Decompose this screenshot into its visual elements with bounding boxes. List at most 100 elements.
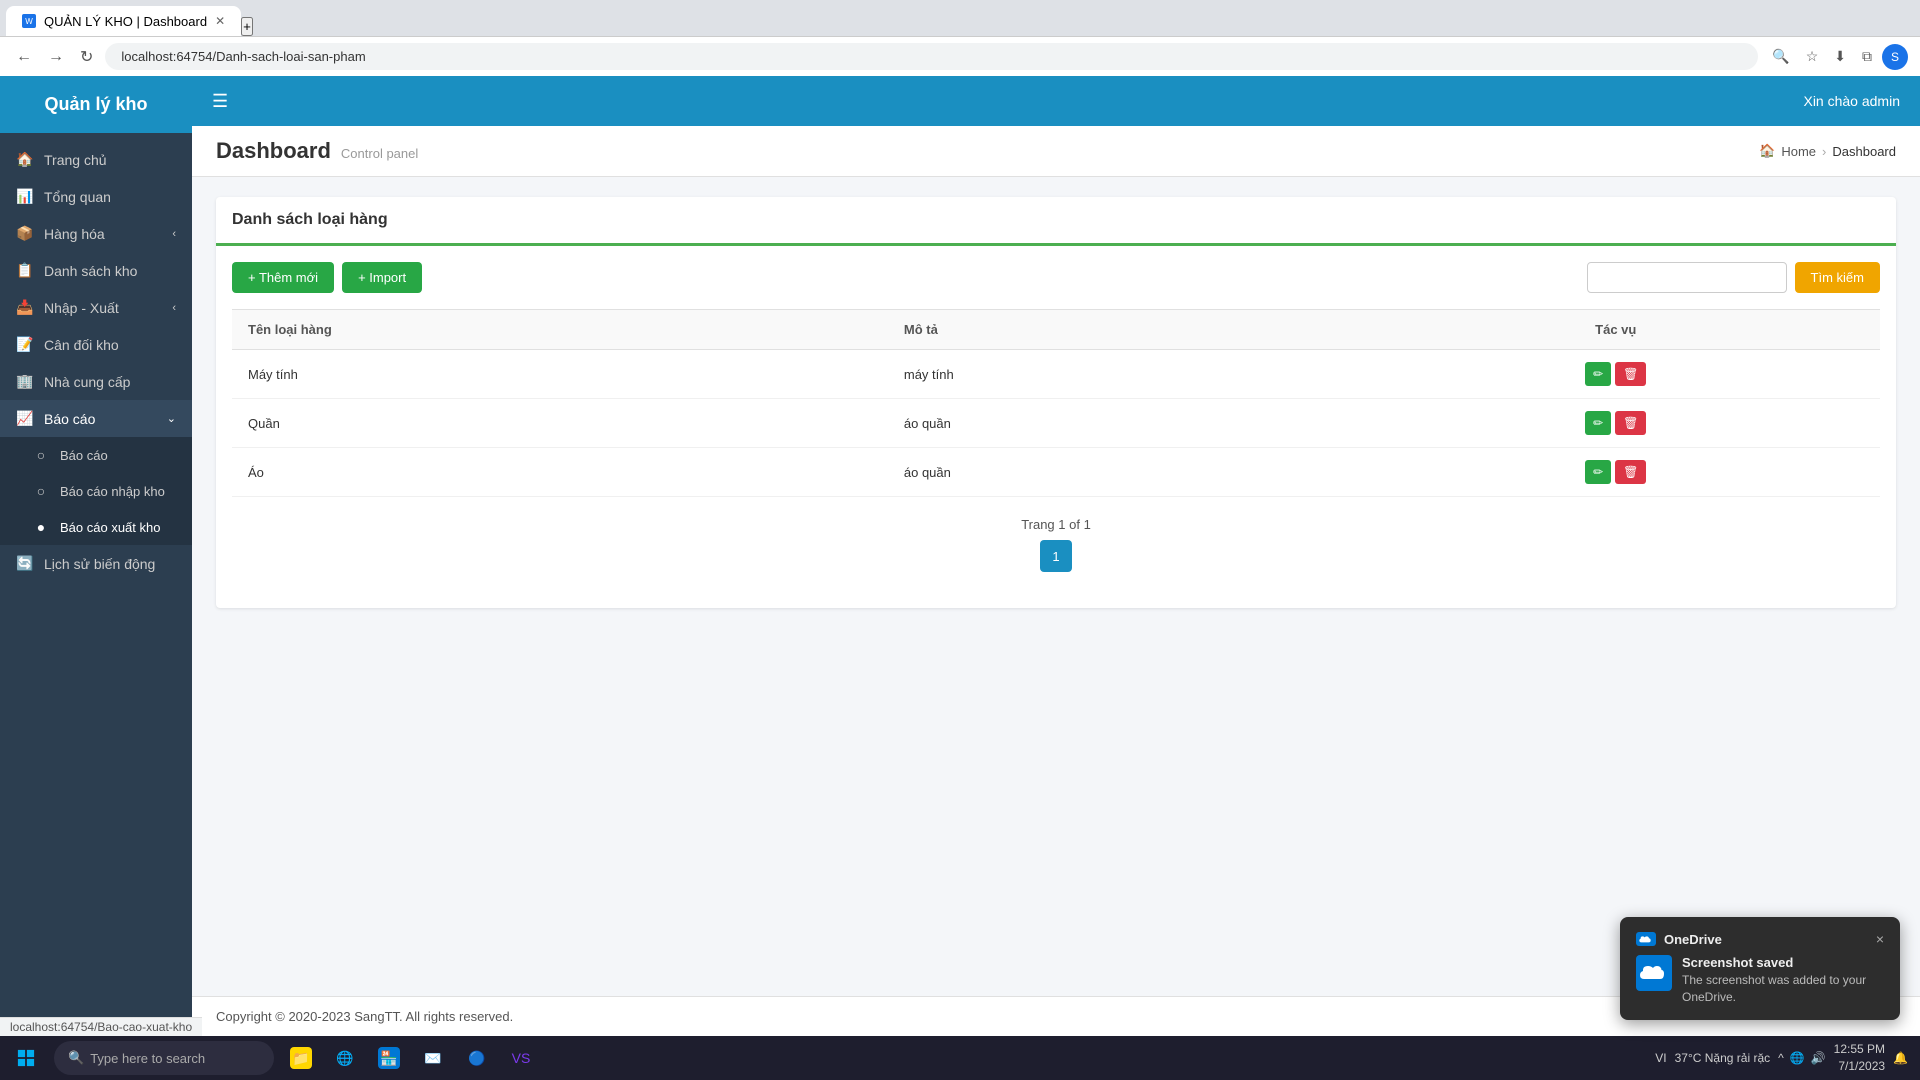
taskbar-app-edge[interactable]: 🌐 xyxy=(324,1036,366,1080)
toolbar: + Thêm mới + Import Tìm kiếm xyxy=(232,262,1880,293)
sidebar-item-label: Báo cáo xyxy=(60,448,108,463)
windows-start-button[interactable] xyxy=(4,1036,48,1080)
page-buttons: 1 xyxy=(1040,540,1072,572)
action-buttons: ✏ 🗑 xyxy=(1368,460,1864,484)
sidebar-item-tong-quan[interactable]: 📊 Tổng quan xyxy=(0,178,192,215)
home-icon: 🏠 xyxy=(16,151,34,168)
sidebar-item-bao-cao-xuat-kho[interactable]: ● Báo cáo xuất kho xyxy=(0,509,192,545)
table-row: Quần áo quần ✏ 🗑 xyxy=(232,399,1880,448)
history-icon: 🔄 xyxy=(16,555,34,572)
notification-content: Screenshot saved The screenshot was adde… xyxy=(1636,955,1884,1006)
sidebar-item-nha-cung-cap[interactable]: 🏢 Nhà cung cấp xyxy=(0,363,192,400)
breadcrumb-current: Dashboard xyxy=(1832,144,1896,159)
sidebar-item-trang-chu[interactable]: 🏠 Trang chủ xyxy=(0,141,192,178)
delete-button[interactable]: 🗑 xyxy=(1615,362,1646,386)
main-content: ☰ Xin chào admin Dashboard Control panel… xyxy=(192,76,1920,1036)
sidebar-item-bao-cao-nhap-kho[interactable]: ○ Báo cáo nhập kho xyxy=(0,473,192,509)
active-tab[interactable]: W QUẢN LÝ KHO | Dashboard ✕ xyxy=(6,6,241,36)
extension-button[interactable]: ⧉ xyxy=(1856,44,1878,69)
sidebar-item-bao-cao[interactable]: 📈 Báo cáo ⌄ xyxy=(0,400,192,437)
footer-rights: All rights reserved. xyxy=(406,1009,514,1024)
sidebar-menu: 🏠 Trang chủ 📊 Tổng quan 📦 Hàng hóa ‹ 📋 D… xyxy=(0,133,192,1036)
notification-app-name: OneDrive xyxy=(1636,932,1722,947)
col-header-desc: Mô tả xyxy=(888,310,1352,350)
search-button[interactable]: Tìm kiếm xyxy=(1795,262,1880,293)
url-input[interactable] xyxy=(105,43,1758,70)
card-header: Danh sách loại hàng xyxy=(216,197,1896,246)
home-icon: 🏠 xyxy=(1759,143,1775,159)
sidebar-item-nhap-xuat[interactable]: 📥 Nhập - Xuất ‹ xyxy=(0,289,192,326)
page-1-button[interactable]: 1 xyxy=(1040,540,1072,572)
sidebar-item-hang-hoa[interactable]: 📦 Hàng hóa ‹ xyxy=(0,215,192,252)
zoom-button[interactable]: 🔍 xyxy=(1766,44,1795,69)
cell-actions: ✏ 🗑 xyxy=(1352,399,1880,448)
forward-button[interactable]: → xyxy=(44,44,68,70)
chart-icon: 📊 xyxy=(16,188,34,205)
cell-name: Áo xyxy=(232,448,888,497)
taskbar-clock: 12:55 PM 7/1/2023 xyxy=(1834,1041,1885,1075)
taskbar-notification-button[interactable]: 🔔 xyxy=(1893,1051,1908,1065)
page-subtitle: Control panel xyxy=(341,146,418,161)
reload-button[interactable]: ↻ xyxy=(76,43,97,71)
notification-body: The screenshot was added to your OneDriv… xyxy=(1682,972,1884,1006)
edit-button[interactable]: ✏ xyxy=(1585,411,1611,435)
back-button[interactable]: ← xyxy=(12,44,36,70)
visual-studio-icon: VS xyxy=(510,1047,532,1069)
taskbar-app-store[interactable]: 🏪 xyxy=(368,1036,410,1080)
taskbar-app-vs[interactable]: VS xyxy=(500,1036,542,1080)
box-icon: 📦 xyxy=(16,225,34,242)
onedrive-logo-icon xyxy=(1636,932,1656,946)
breadcrumb-home[interactable]: Home xyxy=(1781,144,1816,159)
action-buttons: ✏ 🗑 xyxy=(1368,411,1864,435)
edit-button[interactable]: ✏ xyxy=(1585,362,1611,386)
taskbar-app-mail[interactable]: ✉️ xyxy=(412,1036,454,1080)
notification-cloud-icon xyxy=(1636,955,1672,991)
tray-expand-icon[interactable]: ^ xyxy=(1778,1051,1784,1065)
taskbar-search-box[interactable]: 🔍 Type here to search xyxy=(54,1041,274,1075)
taskbar: 🔍 Type here to search 📁 🌐 🏪 ✉️ 🔵 VS VI 3… xyxy=(0,1036,1920,1080)
search-input[interactable] xyxy=(1587,262,1787,293)
delete-button[interactable]: 🗑 xyxy=(1615,460,1646,484)
circle-icon: ○ xyxy=(32,447,50,463)
store-icon: 🏪 xyxy=(378,1047,400,1069)
new-tab-button[interactable]: + xyxy=(241,17,253,36)
sidebar-item-lich-su-bien-dong[interactable]: 🔄 Lịch sử biến động xyxy=(0,545,192,582)
onedrive-cloud-large-icon xyxy=(1636,955,1672,991)
tab-favicon: W xyxy=(22,14,36,28)
content-header-left: Dashboard Control panel xyxy=(216,138,418,164)
sidebar-item-can-doi-kho[interactable]: 📝 Cân đối kho xyxy=(0,326,192,363)
taskbar-tray-icons: ^ 🌐 🔊 xyxy=(1778,1051,1826,1065)
cell-description: máy tính xyxy=(888,350,1352,399)
import-button[interactable]: + Import xyxy=(342,262,422,293)
sidebar-submenu-bao-cao: ○ Báo cáo ○ Báo cáo nhập kho ● Báo cáo x… xyxy=(0,437,192,545)
notification-close-button[interactable]: × xyxy=(1876,931,1884,947)
notification-header: OneDrive × xyxy=(1636,931,1884,947)
sidebar-item-label: Báo cáo xuất kho xyxy=(60,520,160,535)
taskbar-app-explorer[interactable]: 📁 xyxy=(280,1036,322,1080)
status-url: localhost:64754/Bao-cao-xuat-kho xyxy=(10,1020,192,1034)
supplier-icon: 🏢 xyxy=(16,373,34,390)
edit-button[interactable]: ✏ xyxy=(1585,460,1611,484)
tab-close-button[interactable]: ✕ xyxy=(215,14,225,28)
notification-text: Screenshot saved The screenshot was adde… xyxy=(1682,955,1884,1006)
profile-button[interactable]: S xyxy=(1882,44,1908,70)
sidebar-item-bao-cao-sub[interactable]: ○ Báo cáo xyxy=(0,437,192,473)
top-header: ☰ Xin chào admin xyxy=(192,76,1920,126)
delete-button[interactable]: 🗑 xyxy=(1615,411,1646,435)
card-title: Danh sách loại hàng xyxy=(232,211,388,228)
taskbar-app-chrome[interactable]: 🔵 xyxy=(456,1036,498,1080)
download-button[interactable]: ⬇ xyxy=(1828,44,1852,69)
circle-icon: ○ xyxy=(32,483,50,499)
app-wrapper: Quản lý kho 🏠 Trang chủ 📊 Tổng quan 📦 Hà… xyxy=(0,76,1920,1036)
sidebar-brand: Quản lý kho xyxy=(0,76,192,133)
bookmark-button[interactable]: ☆ xyxy=(1800,44,1825,69)
pagination: Trang 1 of 1 1 xyxy=(232,497,1880,592)
volume-icon: 🔊 xyxy=(1811,1051,1826,1065)
sidebar-item-label: Hàng hóa xyxy=(44,226,105,242)
taskbar-system-tray: VI 37°C Nặng rải rặc ^ 🌐 🔊 12:55 PM 7/1/… xyxy=(1647,1041,1916,1075)
hamburger-button[interactable]: ☰ xyxy=(212,91,228,112)
add-new-button[interactable]: + Thêm mới xyxy=(232,262,334,293)
sidebar-item-danh-sach-kho[interactable]: 📋 Danh sách kho xyxy=(0,252,192,289)
circle-filled-icon: ● xyxy=(32,519,50,535)
card-body: + Thêm mới + Import Tìm kiếm Tên xyxy=(216,246,1896,608)
